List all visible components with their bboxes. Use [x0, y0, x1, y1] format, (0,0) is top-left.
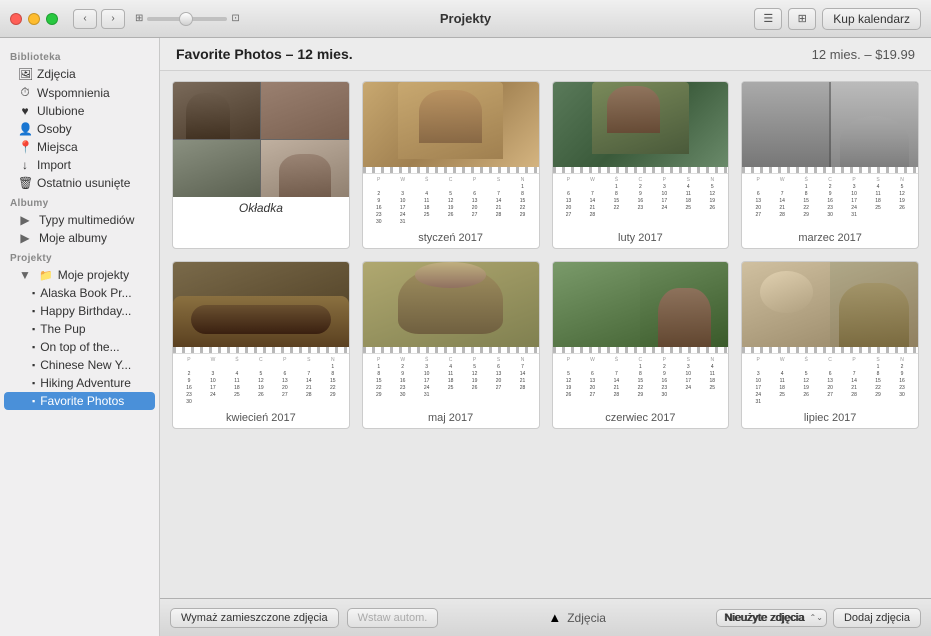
jun-wire — [553, 347, 729, 354]
content-area: Favorite Photos – 12 mies. 12 mies. – $1… — [160, 38, 931, 636]
auto-insert-button[interactable]: Wstaw autom. — [347, 608, 439, 628]
jul-photo — [742, 262, 918, 347]
apr-grid: PWŚCPSN ......1 2345678 9101112131415 16… — [173, 354, 349, 409]
disclosure-icon-typy: ▶ — [18, 213, 32, 227]
photos-label: Zdjęcia — [567, 611, 606, 625]
sidebar-item-recently-deleted[interactable]: 🗑 Ostatnio usunięte — [4, 174, 155, 192]
calendar-feb[interactable]: PWŚCPSN ..12345 6789101112 1314151617181… — [552, 81, 730, 249]
mar-wire — [742, 167, 918, 174]
jan-grid: PWŚCPSN ......1 2345678 9101112131415 16… — [363, 174, 539, 229]
calendar-jun[interactable]: PWŚCPSN ...1234 567891011 12131415161718… — [552, 261, 730, 429]
titlebar: ‹ › ⊞ ⊡ Projekty ☰ ⊞ Kup kalendarz — [0, 0, 931, 38]
may-photo — [363, 262, 539, 347]
jul-grid: PWŚCPSN .....12 3456789 10111213141516 1… — [742, 354, 918, 409]
trash-icon: 🗑 — [18, 176, 32, 190]
feb-grid: PWŚCPSN ..12345 6789101112 1314151617181… — [553, 174, 729, 229]
zoom-slider[interactable]: ⊞ ⊡ — [135, 13, 240, 24]
main-layout: Biblioteka 🖼 Zdjęcia ⏱ Wspomnienia ♥ Ulu… — [0, 38, 931, 636]
sidebar-item-happy[interactable]: ▪ Happy Birthday... — [4, 302, 155, 320]
projects-section-label: Projekty — [0, 247, 159, 266]
calendar-cover[interactable]: Okładka — [172, 81, 350, 249]
disclosure-icon-projekty: ▼ — [18, 268, 32, 282]
buy-calendar-button[interactable]: Kup kalendarz — [822, 8, 921, 30]
sidebar-item-ontop[interactable]: ▪ On top of the... — [4, 338, 155, 356]
sidebar-item-hiking[interactable]: ▪ Hiking Adventure — [4, 374, 155, 392]
window-title: Projekty — [440, 11, 491, 26]
apr-wire — [173, 347, 349, 354]
may-grid: PWŚCPSN 1234567 891011121314 15161718192… — [363, 354, 539, 409]
apr-label: kwiecień 2017 — [173, 409, 349, 428]
cover-label: Okładka — [173, 197, 349, 220]
mar-photo — [742, 82, 918, 167]
may-label: maj 2017 — [363, 409, 539, 428]
sidebar-item-osoby[interactable]: 👤 Osoby — [4, 120, 155, 138]
people-icon: 👤 — [18, 122, 32, 136]
favorites-icon: ♥ — [18, 104, 32, 118]
calendar-grid: Okładka PWŚCPSN ......1 2345678 91011121… — [160, 71, 931, 598]
photos-icon: 🖼 — [18, 67, 32, 81]
nav-buttons: ‹ › — [73, 9, 125, 29]
sidebar-item-typy[interactable]: ▶ Typy multimediów — [4, 211, 155, 229]
jun-label: czerwiec 2017 — [553, 409, 729, 428]
minimize-button[interactable] — [28, 13, 40, 25]
feb-wire — [553, 167, 729, 174]
close-button[interactable] — [10, 13, 22, 25]
add-photos-button[interactable]: Dodaj zdjęcia — [833, 608, 921, 628]
view-toggle-2[interactable]: ⊞ — [788, 8, 816, 30]
forward-button[interactable]: › — [101, 9, 125, 29]
albums-section-label: Albumy — [0, 192, 159, 211]
jun-photo — [553, 262, 729, 347]
album-title: Favorite Photos – 12 mies. — [176, 46, 353, 62]
sidebar-item-ulubione[interactable]: ♥ Ulubione — [4, 102, 155, 120]
jan-wire — [363, 167, 539, 174]
jun-grid: PWŚCPSN ...1234 567891011 12131415161718… — [553, 354, 729, 409]
feb-photo — [553, 82, 729, 167]
bottom-toolbar: Wymaż zamieszczone zdjęcia Wstaw autom. … — [160, 598, 931, 636]
sidebar-item-import[interactable]: ↓ Import — [4, 156, 155, 174]
sidebar-item-moje-albumy[interactable]: ▶ Moje albumy — [4, 229, 155, 247]
sidebar-item-moje-projekty[interactable]: ▼ 📁 Moje projekty — [4, 266, 155, 284]
maximize-button[interactable] — [46, 13, 58, 25]
jan-label: styczeń 2017 — [363, 229, 539, 248]
sidebar-item-pup[interactable]: ▪ The Pup — [4, 320, 155, 338]
may-wire — [363, 347, 539, 354]
calendar-jul[interactable]: PWŚCPSN .....12 3456789 10111213141516 1… — [741, 261, 919, 429]
disclosure-icon-albumy: ▶ — [18, 231, 32, 245]
sidebar-item-zdjecia[interactable]: 🖼 Zdjęcia — [4, 65, 155, 83]
price-label: 12 mies. – $19.99 — [812, 47, 915, 62]
mar-grid: PWŚCPSN ..12345 6789101112 1314151617181… — [742, 174, 918, 229]
library-section-label: Biblioteka — [0, 46, 159, 65]
titlebar-actions: ☰ ⊞ Kup kalendarz — [754, 8, 921, 30]
sidebar: Biblioteka 🖼 Zdjęcia ⏱ Wspomnienia ♥ Ulu… — [0, 38, 160, 636]
sidebar-item-miejsca[interactable]: 📍 Miejsca — [4, 138, 155, 156]
sidebar-item-wspomnienia[interactable]: ⏱ Wspomnienia — [4, 83, 155, 102]
jan-photo — [363, 82, 539, 167]
unused-photos-select[interactable]: Nieużyte zdjęcia — [716, 609, 827, 627]
back-button[interactable]: ‹ — [73, 9, 97, 29]
bottom-right-actions: Nieużyte zdjęcia Nieużyte zdjęcia Dodaj … — [716, 608, 921, 628]
calendar-jan[interactable]: PWŚCPSN ......1 2345678 9101112131415 16… — [362, 81, 540, 249]
places-icon: 📍 — [18, 140, 32, 154]
memories-icon: ⏱ — [18, 85, 32, 100]
sidebar-item-chinese[interactable]: ▪ Chinese New Y... — [4, 356, 155, 374]
jul-label: lipiec 2017 — [742, 409, 918, 428]
traffic-lights — [10, 13, 58, 25]
calendar-apr[interactable]: PWŚCPSN ......1 2345678 9101112131415 16… — [172, 261, 350, 429]
mar-label: marzec 2017 — [742, 229, 918, 248]
clear-photos-button[interactable]: Wymaż zamieszczone zdjęcia — [170, 608, 339, 628]
content-header: Favorite Photos – 12 mies. 12 mies. – $1… — [160, 38, 931, 71]
apr-photo — [173, 262, 349, 347]
cover-photo — [173, 82, 349, 197]
calendar-may[interactable]: PWŚCPSN 1234567 891011121314 15161718192… — [362, 261, 540, 429]
calendar-mar[interactable]: PWŚCPSN ..12345 6789101112 1314151617181… — [741, 81, 919, 249]
unused-photos-dropdown-wrap[interactable]: Nieużyte zdjęcia Nieużyte zdjęcia — [716, 609, 827, 627]
jul-wire — [742, 347, 918, 354]
photos-section: ▲ Zdjęcia — [446, 610, 708, 625]
sidebar-item-favorite-photos[interactable]: ▪ Favorite Photos — [4, 392, 155, 410]
view-toggle-1[interactable]: ☰ — [754, 8, 782, 30]
import-icon: ↓ — [18, 158, 32, 172]
feb-label: luty 2017 — [553, 229, 729, 248]
sidebar-item-alaska[interactable]: ▪ Alaska Book Pr... — [4, 284, 155, 302]
